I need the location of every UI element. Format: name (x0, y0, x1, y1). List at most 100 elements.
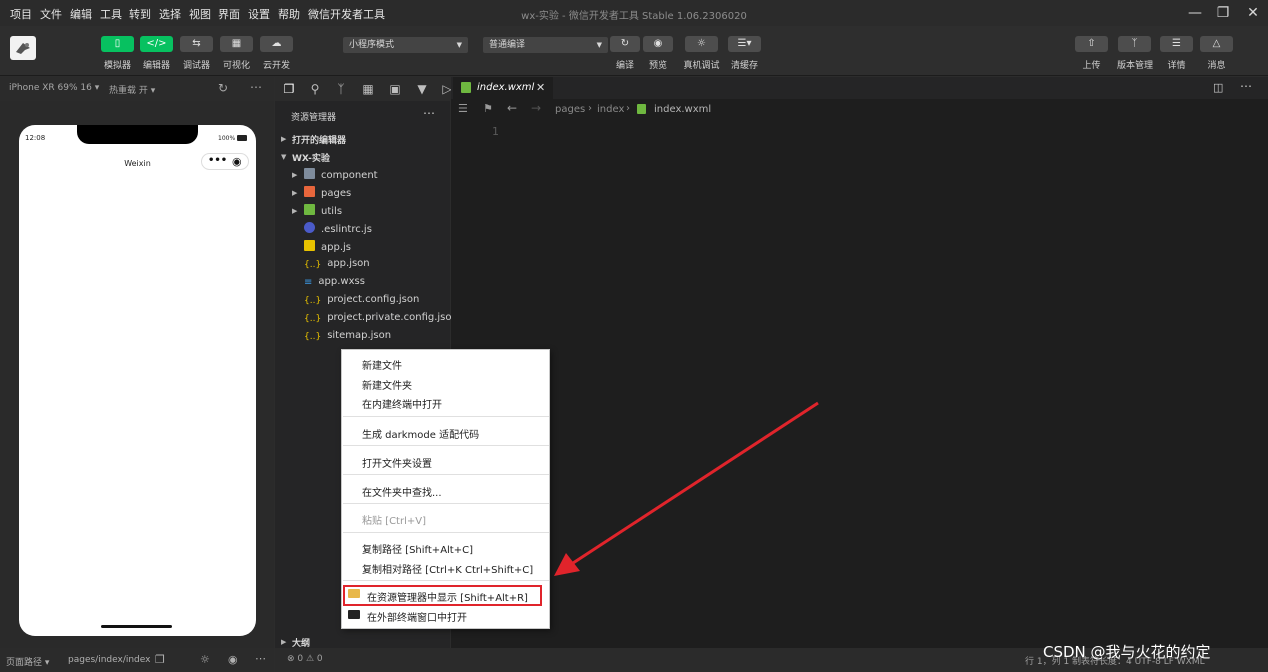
wxml-icon (637, 104, 646, 114)
chevron-right-icon: ▶ (292, 207, 298, 215)
details-button[interactable]: ☰ (1160, 36, 1193, 52)
folder-icon (304, 168, 315, 179)
phone-screen[interactable]: 12:08 100% Weixin ••• ◉ (19, 125, 256, 636)
docker-icon[interactable]: ▼ (415, 82, 429, 96)
forward-icon[interactable]: → (531, 101, 541, 115)
menu-item-folder-settings[interactable]: 打开文件夹设置 (362, 455, 432, 470)
tree-item-project-private-config[interactable]: {..} project.private.config.json (304, 312, 458, 325)
git-icon[interactable]: ᛉ (334, 82, 348, 96)
more-icon[interactable]: ⋯ (1240, 79, 1252, 93)
mode-select[interactable]: 小程序模式 ▼ (343, 37, 468, 53)
menu-view[interactable]: 视图 (189, 6, 211, 22)
compile-select-value: 普通编译 (489, 40, 526, 50)
open-editors-section[interactable]: ▶ 打开的编辑器 (275, 131, 450, 147)
tree-item-utils[interactable]: utils (304, 204, 342, 217)
tree-item-component[interactable]: component (304, 168, 378, 181)
menu-project[interactable]: 项目 (10, 6, 32, 22)
editor-button[interactable]: </> (140, 36, 173, 52)
clear-cache-button[interactable]: ☰▾ (728, 36, 761, 52)
menu-item-new-file[interactable]: 新建文件 (362, 357, 402, 372)
list-icon[interactable]: ☰ (458, 102, 468, 115)
upload-button[interactable]: ⇧ (1075, 36, 1108, 52)
breadcrumb-index[interactable]: index (597, 104, 624, 115)
chevron-right-icon: ▶ (292, 171, 298, 179)
compile-select[interactable]: 普通编译 ▼ (483, 37, 608, 53)
menu-interface[interactable]: 界面 (218, 6, 240, 22)
split-editor-icon[interactable]: ◫ (1213, 81, 1223, 94)
menu-help[interactable]: 帮助 (278, 6, 300, 22)
menu-tools[interactable]: 工具 (100, 6, 122, 22)
chevron-down-icon: ▼ (596, 41, 602, 49)
visual-button[interactable]: ▦ (220, 36, 253, 52)
menu-item-open-terminal[interactable]: 在内建终端中打开 (362, 396, 442, 411)
more-icon[interactable]: ⋯ (255, 652, 266, 665)
tree-item-pages[interactable]: pages (304, 186, 351, 199)
menu-file[interactable]: 文件 (40, 6, 62, 22)
debugger-button[interactable]: ⇆ (180, 36, 213, 52)
project-section[interactable]: ▼ WX-实验 (275, 149, 450, 165)
messages-button[interactable]: △ (1200, 36, 1233, 52)
cloud-icon: ☁ (271, 38, 282, 49)
menu-item-copy-relative-path[interactable]: 复制相对路径 [Ctrl+K Ctrl+Shift+C] (362, 561, 533, 576)
more-icon[interactable]: ⋯ (250, 80, 262, 94)
menu-settings[interactable]: 设置 (248, 6, 270, 22)
tree-item-sitemap[interactable]: {..} sitemap.json (304, 330, 391, 343)
tab-index-wxml[interactable]: index.wxml ✕ (453, 77, 553, 99)
tree-item-label: .eslintrc.js (321, 224, 372, 235)
breadcrumb-pages[interactable]: pages (555, 104, 585, 115)
close-icon[interactable]: ✕ (1236, 2, 1268, 24)
version-button[interactable]: ᛉ (1118, 36, 1151, 52)
editor-label: 编辑器 (142, 61, 170, 71)
tree-item-label: app.js (321, 242, 351, 253)
copy-icon[interactable]: ❐ (155, 653, 165, 666)
back-icon[interactable]: ← (507, 101, 517, 115)
menu-devtools[interactable]: 微信开发者工具 (308, 6, 385, 22)
menu-item-darkmode[interactable]: 生成 darkmode 适配代码 (362, 426, 479, 441)
simulator-button[interactable]: ▯ (101, 36, 134, 52)
tree-item-appwxss[interactable]: ≡ app.wxss (304, 276, 365, 288)
avatar[interactable] (10, 36, 36, 60)
rotate-icon[interactable]: ↻ (218, 81, 228, 95)
target-icon[interactable]: ◉ (232, 155, 242, 168)
files-icon[interactable]: ❐ (282, 82, 296, 96)
more-icon[interactable]: ⋯ (423, 106, 435, 120)
eye-icon[interactable]: ◉ (228, 653, 238, 666)
tree-item-project-config[interactable]: {..} project.config.json (304, 294, 419, 307)
outline-section[interactable]: ▶ 大纲 (275, 635, 450, 649)
close-icon[interactable]: ✕ (536, 81, 545, 94)
maximize-icon[interactable]: ❐ (1206, 2, 1240, 24)
device-select[interactable]: iPhone XR 69% 16 ▾ (9, 83, 99, 93)
breadcrumb: ☰ ⚑ ← → pages › index › index.wxml (451, 99, 1268, 121)
chevron-down-icon: ▼ (456, 41, 462, 49)
menu-select[interactable]: 选择 (159, 6, 181, 22)
hot-reload-toggle[interactable]: 热重载 开 ▾ (109, 83, 155, 96)
bug-icon[interactable]: ☼ (200, 653, 210, 666)
tree-item-appjson[interactable]: {..} app.json (304, 258, 370, 271)
menu-item-find-in-folder[interactable]: 在文件夹中查找... (362, 484, 442, 499)
menu-bar: 项目 文件 编辑 工具 转到 选择 视图 界面 设置 帮助 微信开发者工具 wx… (0, 0, 1268, 26)
extensions-icon[interactable]: ▦ (361, 82, 375, 96)
capsule-menu[interactable]: ••• ◉ (201, 153, 249, 170)
page-path-label[interactable]: 页面路径 ▾ (6, 655, 49, 668)
preview-button[interactable]: ◉ (643, 36, 673, 52)
remote-debug-button[interactable]: ☼ (685, 36, 718, 52)
tree-item-eslintrc[interactable]: .eslintrc.js (304, 222, 372, 235)
menu-item-copy-path[interactable]: 复制路径 [Shift+Alt+C] (362, 541, 473, 556)
menu-edit[interactable]: 编辑 (70, 6, 92, 22)
simulator-bar: iPhone XR 69% 16 ▾ 热重载 开 ▾ ↻ ⋯ (0, 77, 274, 101)
tree-item-appjs[interactable]: app.js (304, 240, 351, 253)
menu-item-external-terminal[interactable]: 在外部终端窗口中打开 (367, 609, 467, 624)
dots-icon[interactable]: ••• (208, 155, 227, 166)
search-icon[interactable]: ⚲ (308, 82, 322, 96)
simulator-status-bar: 页面路径 ▾ pages/index/index ❐ ☼ ◉ ⋯ (0, 648, 274, 672)
cloud-button[interactable]: ☁ (260, 36, 293, 52)
menu-goto[interactable]: 转到 (129, 6, 151, 22)
problems-count[interactable]: ⊗ 0 ⚠ 0 (287, 654, 323, 664)
compile-button[interactable]: ↻ (610, 36, 640, 52)
menu-item-new-folder[interactable]: 新建文件夹 (362, 377, 412, 392)
menu-divider (343, 416, 549, 417)
bookmark-icon[interactable]: ⚑ (483, 102, 493, 115)
breadcrumb-file[interactable]: index.wxml (654, 104, 711, 115)
panel-icon[interactable]: ▣ (388, 82, 402, 96)
status-time: 12:08 (25, 134, 46, 142)
